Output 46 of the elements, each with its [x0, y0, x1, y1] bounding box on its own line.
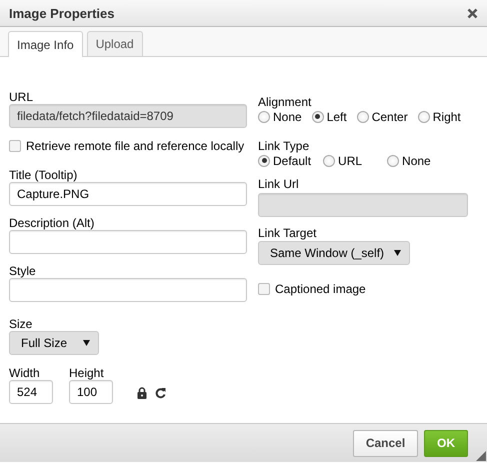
select-dropdown[interactable]: Full Size: [9, 331, 99, 355]
field-label: Size: [9, 317, 32, 331]
radio-button[interactable]: [418, 110, 430, 122]
field-label: Link Type: [258, 139, 310, 153]
radio-label: Left: [326, 110, 347, 124]
radio-label: Right: [432, 110, 461, 124]
refresh-icon[interactable]: [155, 387, 166, 399]
field-label: Link Url: [258, 177, 299, 191]
radio-button[interactable]: [323, 154, 336, 166]
description-field[interactable]: [9, 230, 247, 254]
height-field[interactable]: 100: [69, 380, 113, 404]
field-label: Height: [69, 366, 104, 380]
field-label: Title (Tooltip): [9, 168, 78, 182]
tab[interactable]: Image Info: [8, 31, 83, 57]
field-label: Style: [9, 264, 36, 278]
field-label: Width: [9, 366, 40, 380]
field-label: Alignment: [258, 95, 312, 109]
width-field[interactable]: 524: [9, 380, 53, 404]
radio-label: None: [402, 154, 431, 168]
checkbox[interactable]: [258, 283, 270, 295]
cancel-button[interactable]: Cancel: [353, 430, 418, 456]
field-label: Description (Alt): [9, 216, 94, 230]
tab[interactable]: Upload: [86, 31, 143, 56]
field-label: URL: [9, 90, 34, 104]
radio-label: None: [273, 110, 302, 124]
select-dropdown[interactable]: Same Window (_self): [258, 241, 410, 265]
close-icon[interactable]: [467, 8, 478, 18]
checkbox[interactable]: [9, 140, 21, 152]
caret-icon: [83, 340, 90, 346]
radio-button[interactable]: [312, 110, 324, 122]
radio-button[interactable]: [387, 154, 400, 166]
caret-icon: [394, 250, 401, 256]
radio-label: URL: [338, 154, 362, 168]
title-field[interactable]: Capture.PNG: [9, 182, 247, 206]
resize-grip-icon[interactable]: [476, 451, 486, 461]
dialog-title: Image Properties: [9, 6, 114, 20]
radio-button[interactable]: [356, 110, 369, 122]
radio-button[interactable]: [258, 154, 270, 166]
lock-icon[interactable]: [137, 387, 147, 399]
radio-button[interactable]: [258, 110, 270, 122]
radio-label: Default: [273, 154, 312, 168]
checkbox-label: Retrieve remote file and reference locally: [26, 139, 244, 153]
checkbox-label: Captioned image: [275, 282, 366, 296]
radio-label: Center: [372, 110, 408, 124]
style-field[interactable]: [9, 278, 247, 302]
field-label: Link Target: [258, 226, 316, 240]
